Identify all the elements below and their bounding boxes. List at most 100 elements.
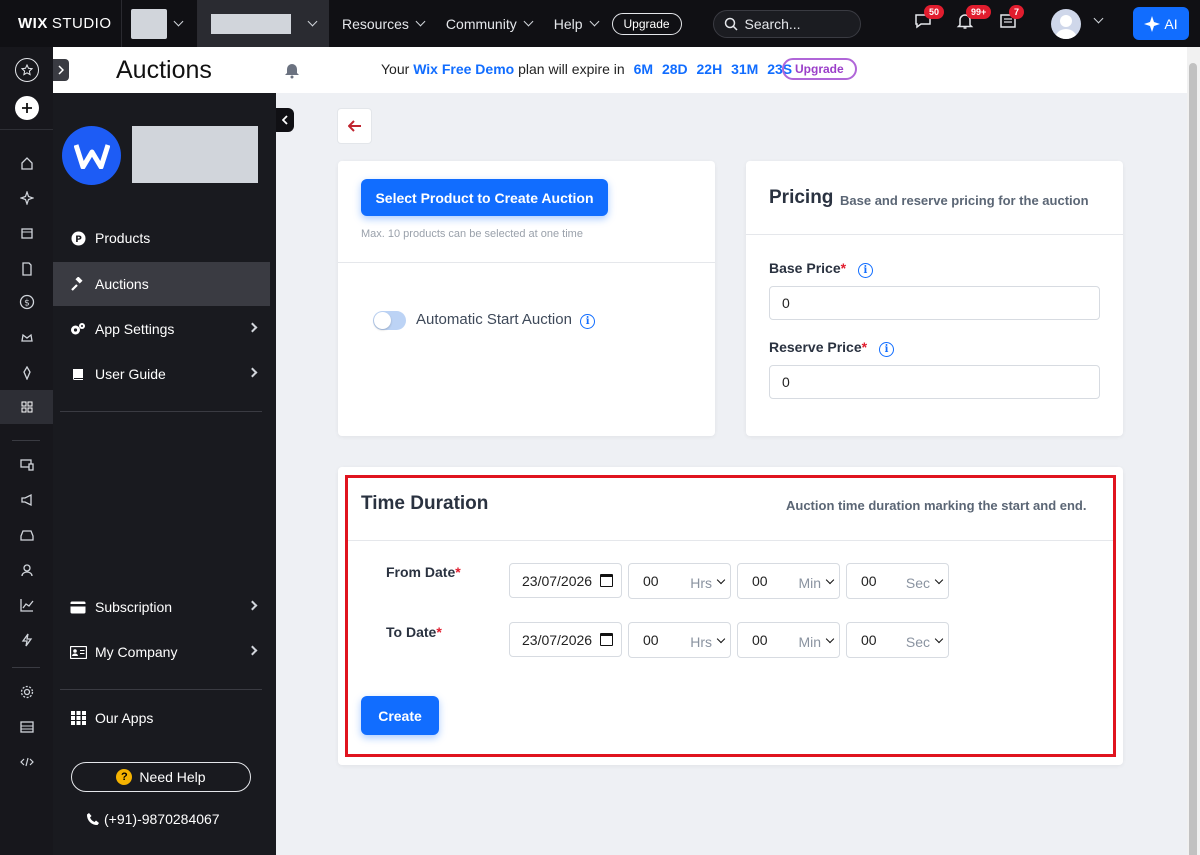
inbox-icon[interactable]	[16, 524, 38, 546]
automation-icon[interactable]	[16, 629, 38, 651]
notifications-button[interactable]: 99+	[956, 5, 992, 35]
dollar-icon[interactable]: $	[16, 291, 38, 313]
search-input[interactable]: Search...	[712, 9, 861, 38]
sidebar-item-subscription[interactable]: Subscription	[53, 585, 270, 629]
invoice-icon[interactable]	[16, 258, 38, 280]
nav-community-label: Community	[445, 15, 517, 32]
select-product-button[interactable]: Select Product to Create Auction	[361, 179, 608, 216]
apps-icon[interactable]	[16, 396, 38, 418]
nav-resources-label: Resources	[342, 15, 409, 32]
sidebar-item-label: Auctions	[95, 276, 149, 292]
nav-help-label: Help	[553, 15, 583, 32]
star-icon[interactable]	[15, 58, 39, 82]
analytics-icon[interactable]	[16, 594, 38, 616]
svg-text:$: $	[24, 299, 30, 309]
need-help-label: Need Help	[139, 769, 206, 785]
settings-icon[interactable]	[16, 681, 38, 703]
auto-start-toggle[interactable]	[373, 311, 406, 330]
pen-icon[interactable]	[16, 362, 38, 384]
support-phone[interactable]: (+91)-9870284067	[86, 811, 220, 827]
ai-label: AI	[1164, 15, 1178, 32]
sidebar-divider	[60, 689, 262, 690]
chevron-down-icon[interactable]	[1093, 13, 1104, 24]
chevron-down-icon	[415, 16, 426, 27]
chevron-down-icon	[589, 16, 599, 27]
home-icon[interactable]	[16, 152, 38, 174]
messages-button[interactable]: 50	[914, 5, 945, 35]
phone-icon	[86, 813, 99, 826]
calendar-icon[interactable]	[16, 222, 38, 244]
site-thumbnail	[131, 8, 167, 39]
table-icon[interactable]	[16, 716, 38, 738]
sidebar-item-our-apps[interactable]: Our Apps	[53, 696, 270, 740]
sidebar-item-app-settings[interactable]: App Settings	[53, 307, 270, 351]
devices-icon[interactable]	[16, 454, 38, 476]
scrollbar[interactable]	[1187, 47, 1200, 855]
info-icon[interactable]: i	[580, 314, 596, 329]
sidebar-item-auctions[interactable]: Auctions	[53, 262, 270, 306]
sidebar-item-user-guide[interactable]: User Guide	[53, 352, 270, 396]
time-duration-highlight	[345, 475, 1116, 757]
page-selector[interactable]	[198, 0, 329, 47]
expand-rail-button[interactable]	[53, 59, 69, 81]
collapse-sidebar-button[interactable]	[276, 108, 294, 132]
back-button[interactable]	[337, 108, 372, 144]
need-help-button[interactable]: ? Need Help	[71, 762, 251, 792]
code-icon[interactable]	[16, 751, 38, 773]
user-avatar[interactable]	[1051, 9, 1081, 39]
rail-divider	[12, 440, 40, 441]
sidebar-divider	[60, 411, 262, 412]
sparkle-icon	[1144, 15, 1161, 32]
megaphone-icon[interactable]	[16, 489, 38, 511]
grid-icon	[69, 709, 87, 727]
sparkle-icon[interactable]	[16, 187, 38, 209]
credit-card-icon	[69, 598, 87, 616]
sidebar-item-label: Products	[95, 230, 151, 246]
pricing-title: Pricing	[769, 187, 834, 208]
sidebar-item-label: My Company	[95, 644, 178, 660]
chevron-left-icon	[282, 115, 288, 125]
countdown-hours: 22H	[696, 61, 723, 77]
id-card-icon	[69, 643, 87, 661]
plan-expiry-banner: Your Wix Free Demo plan will expire in 6…	[381, 61, 792, 77]
required-marker: *	[840, 260, 847, 276]
nav-help[interactable]: Help	[553, 15, 599, 32]
base-price-label: Base Price* i	[769, 260, 873, 278]
products-icon: P	[69, 229, 87, 247]
user-icon	[1055, 15, 1077, 39]
logo-bold-text: WIX	[18, 15, 48, 32]
nav-community[interactable]: Community	[445, 15, 534, 32]
rail-divider	[0, 129, 53, 130]
auto-start-label: Automatic Start Auction i	[416, 311, 596, 329]
app-sidebar	[53, 93, 276, 855]
updates-badge: 7	[1009, 5, 1025, 19]
base-price-input[interactable]: 0	[769, 286, 1100, 320]
upgrade-button[interactable]: Upgrade	[611, 12, 682, 35]
base-price-label-text: Base Price	[769, 260, 841, 276]
reserve-price-input[interactable]: 0	[769, 365, 1100, 399]
pricing-subtitle: Base and reserve pricing for the auction	[840, 193, 1089, 208]
sidebar-item-my-company[interactable]: My Company	[53, 630, 270, 674]
countdown-months: 6M	[633, 61, 654, 77]
add-icon[interactable]	[15, 96, 39, 120]
logo-light-text: STUDIO	[51, 15, 112, 32]
toggle-knob	[374, 312, 391, 329]
info-icon[interactable]: i	[857, 263, 873, 278]
wix-studio-logo[interactable]: WIX STUDIO	[0, 0, 122, 47]
scrollbar-thumb[interactable]	[1189, 63, 1197, 855]
site-selector[interactable]	[122, 0, 198, 47]
ai-button[interactable]: AI	[1133, 7, 1189, 40]
contacts-icon[interactable]	[16, 559, 38, 581]
crown-icon[interactable]	[16, 327, 38, 349]
plan-upgrade-button[interactable]: Upgrade	[782, 58, 857, 80]
updates-button[interactable]: 7	[999, 5, 1025, 35]
card-divider	[746, 234, 1123, 235]
question-icon: ?	[116, 769, 133, 785]
chevron-down-icon	[307, 16, 318, 27]
notification-bell-icon[interactable]	[284, 61, 300, 84]
info-icon[interactable]: i	[878, 342, 894, 357]
sidebar-item-products[interactable]: P Products	[53, 216, 270, 260]
sidebar-item-label: Our Apps	[95, 710, 154, 726]
search-placeholder: Search...	[744, 15, 801, 32]
nav-resources[interactable]: Resources	[342, 15, 426, 32]
